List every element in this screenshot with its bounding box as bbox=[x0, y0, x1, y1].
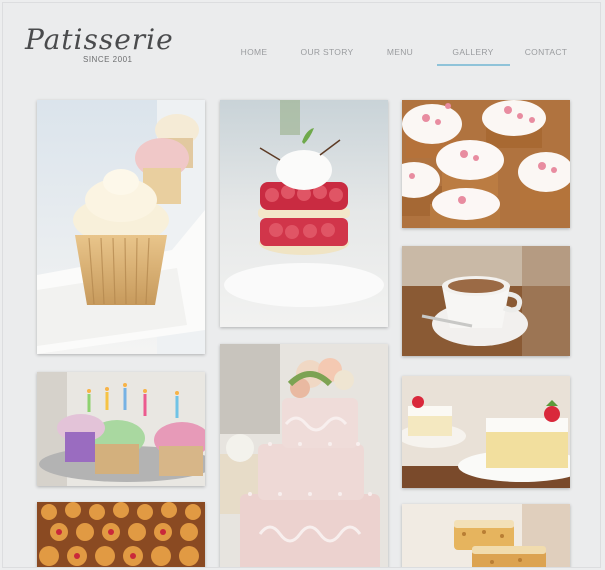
page: Patisserie SINCE 2001 HOME OUR STORY MEN… bbox=[2, 2, 601, 568]
birthday-cupcakes-image bbox=[37, 372, 205, 486]
raspberry-tart-image bbox=[220, 100, 388, 327]
cupcakes-tray-image bbox=[37, 100, 205, 354]
coffee-cup-image bbox=[402, 246, 570, 356]
gallery-tile-fruit-tarts[interactable] bbox=[37, 502, 205, 567]
nav-home[interactable]: HOME bbox=[241, 47, 268, 57]
nav-gallery[interactable]: GALLERY bbox=[452, 47, 493, 57]
gallery-tile-wedding-cake[interactable] bbox=[220, 344, 388, 567]
nav-our-story[interactable]: OUR STORY bbox=[301, 47, 354, 57]
gallery-tile-cake-slices[interactable] bbox=[402, 376, 570, 488]
brand-logo[interactable]: Patisserie SINCE 2001 bbox=[23, 23, 198, 73]
brand-name: Patisserie bbox=[25, 23, 174, 56]
pastries-image bbox=[402, 504, 570, 567]
gallery-tile-frosted-cupcakes[interactable] bbox=[402, 100, 570, 228]
gallery-tile-cupcakes-tray[interactable] bbox=[37, 100, 205, 354]
wedding-cake-image bbox=[220, 344, 388, 567]
cake-slices-image bbox=[402, 376, 570, 488]
gallery-tile-pastries[interactable] bbox=[402, 504, 570, 567]
brand-tagline: SINCE 2001 bbox=[83, 55, 133, 64]
nav-menu[interactable]: MENU bbox=[387, 47, 413, 57]
nav-contact[interactable]: CONTACT bbox=[525, 47, 568, 57]
fruit-tarts-image bbox=[37, 502, 205, 567]
main-nav: HOME OUR STORY MENU GALLERY CONTACT bbox=[228, 47, 588, 71]
gallery-tile-coffee-cup[interactable] bbox=[402, 246, 570, 356]
gallery-tile-birthday-cupcakes[interactable] bbox=[37, 372, 205, 486]
frosted-cupcakes-image bbox=[402, 100, 570, 228]
gallery-tile-raspberry-tart[interactable] bbox=[220, 100, 388, 327]
nav-active-indicator bbox=[437, 64, 510, 66]
